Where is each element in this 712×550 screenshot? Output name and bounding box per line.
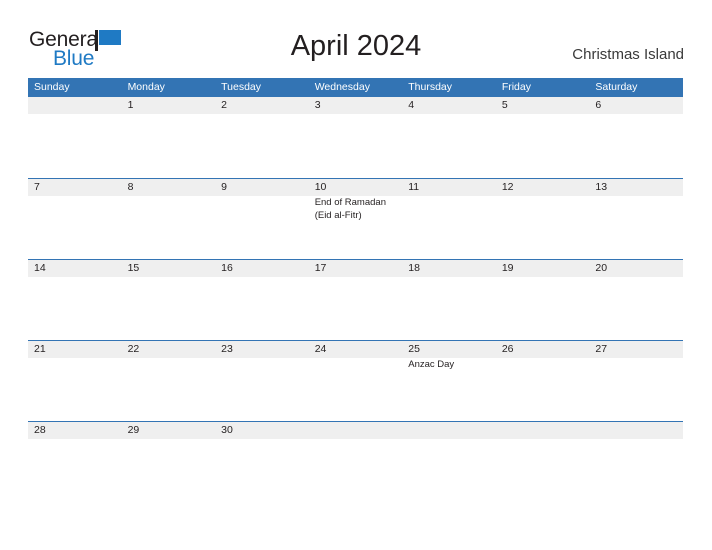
week-cells: 14 15 16 17 18 19 20 (28, 260, 683, 340)
day-number: 13 (595, 181, 608, 193)
calendar-day-cell-empty (496, 422, 590, 502)
calendar-day-cell[interactable]: 11 (402, 179, 496, 259)
calendar-day-cell[interactable]: 24 (309, 341, 403, 421)
day-number: 6 (595, 99, 602, 111)
calendar-week-row: 28 29 30 (28, 421, 683, 502)
calendar-day-cell[interactable]: 18 (402, 260, 496, 340)
day-number: 23 (221, 343, 233, 355)
day-number: 30 (221, 424, 233, 436)
calendar-day-cell[interactable]: 22 (122, 341, 216, 421)
day-event-line: (Eid al-Fitr) (314, 209, 362, 221)
day-number: 8 (127, 181, 134, 193)
day-events: Anzac Day (408, 359, 496, 372)
calendar-day-cell-empty (28, 97, 122, 177)
calendar-day-cell[interactable]: 27 (589, 341, 683, 421)
calendar-day-cell[interactable]: 3 (309, 97, 403, 177)
calendar-week-row: 21 22 23 24 25 Anzac Day 26 27 (28, 340, 683, 421)
calendar-day-cell[interactable]: 12 (496, 179, 590, 259)
calendar-day-cell[interactable]: 5 (496, 97, 590, 177)
day-header-saturday: Saturday (595, 81, 638, 93)
day-events: End of Ramadan (Eid al-Fitr) (315, 197, 403, 222)
day-header-tuesday: Tuesday (221, 81, 262, 93)
day-number: 27 (595, 343, 608, 355)
day-header-monday: Monday (127, 81, 165, 93)
day-number: 25 (408, 343, 420, 355)
calendar-week-row: 14 15 16 17 18 19 20 (28, 259, 683, 340)
calendar-day-cell[interactable]: 28 (28, 422, 122, 502)
day-number: 10 (314, 181, 327, 193)
week-cells: 28 29 30 (28, 422, 683, 502)
page-header: General Blue April 2024 Christmas Island (0, 0, 712, 76)
calendar-weeks: 1 2 3 4 5 6 7 8 9 10 End of Ramadan (Eid al-Fitr) 11… (28, 97, 683, 502)
day-header-wednesday: Wednesday (314, 81, 370, 93)
day-number: 5 (501, 99, 508, 111)
calendar-day-cell[interactable]: 9 (215, 179, 309, 259)
day-header-friday: Friday (501, 81, 531, 93)
calendar-day-cell[interactable]: 7 (28, 179, 122, 259)
day-number: 21 (34, 343, 46, 355)
calendar-day-cell-empty (402, 422, 496, 502)
day-number: 16 (221, 262, 233, 274)
day-number: 1 (127, 99, 134, 111)
calendar-week-row: 7 8 9 10 End of Ramadan (Eid al-Fitr) 11 12 13 (28, 178, 683, 259)
calendar-day-cell[interactable]: 26 (496, 341, 590, 421)
calendar-day-cell[interactable]: 4 (402, 97, 496, 177)
calendar-day-cell[interactable]: 20 (589, 260, 683, 340)
day-number: 17 (314, 262, 327, 274)
calendar-day-cell[interactable]: 30 (215, 422, 309, 502)
calendar-day-cell[interactable]: 15 (122, 260, 216, 340)
day-number: 9 (221, 181, 227, 193)
day-header-sunday: Sunday (34, 81, 70, 93)
day-number: 7 (34, 181, 40, 193)
calendar-day-cell[interactable]: 8 (122, 179, 216, 259)
day-number: 19 (501, 262, 514, 274)
calendar-day-cell[interactable]: 19 (496, 260, 590, 340)
calendar-day-cell[interactable]: 17 (309, 260, 403, 340)
day-number: 26 (501, 343, 514, 355)
locale-label: Christmas Island (572, 46, 684, 63)
day-number: 20 (595, 262, 608, 274)
calendar-day-cell[interactable]: 6 (589, 97, 683, 177)
day-number: 22 (127, 343, 140, 355)
calendar-day-cell[interactable]: 29 (122, 422, 216, 502)
week-cells: 21 22 23 24 25 Anzac Day 26 27 (28, 341, 683, 421)
calendar-day-cell[interactable]: 21 (28, 341, 122, 421)
day-number: 18 (408, 262, 420, 274)
day-number: 24 (314, 343, 327, 355)
calendar-day-cell[interactable]: 2 (215, 97, 309, 177)
week-cells: 7 8 9 10 End of Ramadan (Eid al-Fitr) 11 12 13 (28, 179, 683, 259)
day-event-line: Anzac Day (408, 359, 455, 370)
day-number: 2 (221, 99, 227, 111)
day-number: 11 (408, 181, 420, 193)
day-of-week-header-row: Sunday Monday Tuesday Wednesday Thursday… (28, 78, 683, 97)
calendar-day-cell[interactable]: 16 (215, 260, 309, 340)
week-cells: 1 2 3 4 5 6 (28, 97, 683, 177)
day-header-thursday: Thursday (408, 81, 453, 93)
calendar-day-cell[interactable]: 23 (215, 341, 309, 421)
calendar-day-cell[interactable]: 10 End of Ramadan (Eid al-Fitr) (309, 179, 403, 259)
calendar-day-cell[interactable]: 14 (28, 260, 122, 340)
day-number: 15 (127, 262, 140, 274)
calendar-table: Sunday Monday Tuesday Wednesday Thursday… (28, 78, 683, 502)
day-event-line: End of Ramadan (314, 197, 386, 208)
calendar-day-cell[interactable]: 1 (122, 97, 216, 177)
day-number: 29 (127, 424, 140, 436)
calendar-page: General Blue April 2024 Christmas Island… (0, 0, 712, 550)
day-number: 28 (34, 424, 46, 436)
day-number: 14 (34, 262, 46, 274)
calendar-day-cell[interactable]: 25 Anzac Day (402, 341, 496, 421)
calendar-day-cell-empty (589, 422, 683, 502)
calendar-week-row: 1 2 3 4 5 6 (28, 97, 683, 178)
calendar-day-cell[interactable]: 13 (589, 179, 683, 259)
day-number: 4 (408, 99, 415, 111)
calendar-day-cell-empty (309, 422, 403, 502)
day-number: 12 (501, 181, 514, 193)
day-number: 3 (314, 99, 321, 111)
